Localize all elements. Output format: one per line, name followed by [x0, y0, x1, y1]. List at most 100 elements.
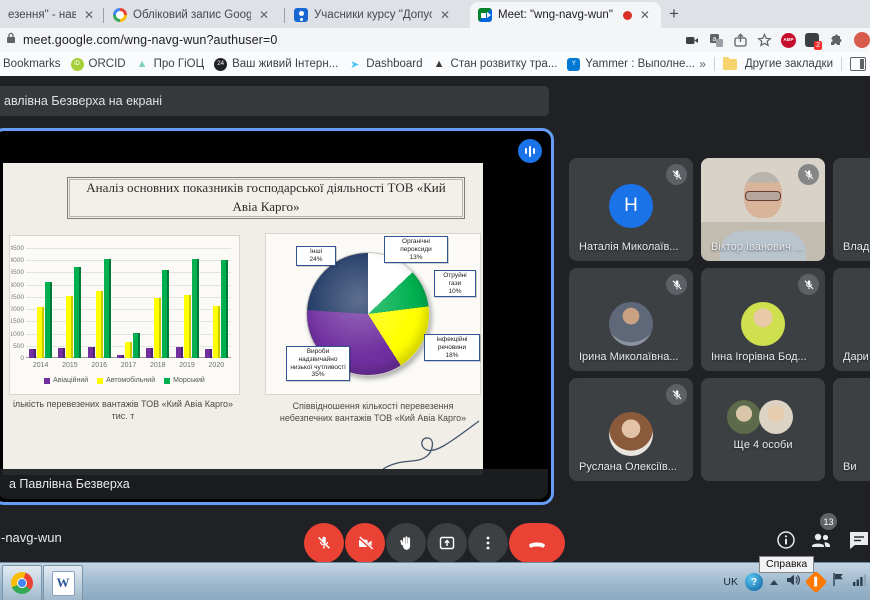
raise-hand-button[interactable] — [386, 523, 426, 562]
tab-1-close-icon[interactable]: ✕ — [84, 9, 94, 21]
tab-2-close-icon[interactable]: ✕ — [259, 9, 269, 21]
tab-3[interactable]: Учасники курсу "Допуск до зах ✕ — [286, 2, 470, 28]
bar-Авіаційний-2014 — [29, 349, 36, 358]
tab-meet-active[interactable]: Meet: "wng-navg-wun" ✕ — [470, 2, 661, 28]
tab-3-label: Учасники курсу "Допуск до зах — [314, 9, 432, 21]
microphone-off-button[interactable] — [304, 523, 344, 562]
participant-tile-4[interactable]: Інна Ігорівна Бод... — [701, 268, 825, 371]
x-tick-label: 2019 — [179, 362, 195, 369]
browser-tabstrip: езення" - навча ✕ Обліковий запис Google… — [0, 0, 870, 28]
participant-tile-3[interactable]: Ірина Миколаївна... — [569, 268, 693, 371]
participant-tile-5[interactable]: Дари — [833, 268, 870, 371]
tab-1[interactable]: езення" - навча ✕ — [0, 2, 102, 28]
new-tab-button[interactable]: + — [669, 4, 679, 24]
participant-tile-1[interactable]: Віктор Іванович ... — [701, 158, 825, 261]
side-panel-icon[interactable] — [850, 57, 866, 71]
camera-off-button[interactable] — [345, 523, 385, 562]
classroom-favicon-icon — [294, 8, 308, 22]
bookmark-label: Dashboard — [366, 58, 422, 70]
other-bookmarks-label[interactable]: Другие закладки — [745, 58, 833, 70]
bar-Автомобільний-2019 — [184, 295, 191, 358]
extension-badge-count: 2 — [814, 41, 822, 50]
bookmark-item-0[interactable]: Bookmarks — [3, 58, 61, 70]
bookmark-item-4[interactable]: ➤ Dashboard — [348, 58, 422, 71]
recording-dot-icon — [623, 11, 632, 20]
language-indicator[interactable]: UK — [723, 576, 738, 588]
participant-tile-8[interactable]: Ви — [833, 378, 870, 481]
bar-group-2020 — [205, 248, 228, 358]
participant-tile-0[interactable]: ННаталія Миколаїв... — [569, 158, 693, 261]
triangle-icon: ▲ — [136, 58, 149, 71]
paper-plane-icon: ➤ — [348, 58, 361, 71]
bookmarks-overflow-chevron[interactable]: » — [699, 57, 706, 71]
profile-avatar-icon[interactable] — [854, 32, 870, 48]
x-tick-label: 2014 — [33, 362, 49, 369]
network-signal-icon[interactable] — [852, 572, 868, 592]
people-button[interactable] — [808, 527, 834, 553]
bookmark-item-6[interactable]: YYammer : Выполне... — [567, 58, 695, 71]
help-tray-icon[interactable]: ? — [745, 573, 763, 591]
info-button[interactable] — [773, 527, 799, 553]
taskbar-chrome-button[interactable] — [2, 565, 42, 600]
taskbar-word-button[interactable]: W — [43, 565, 83, 600]
participant-name: Віктор Іванович ... — [711, 241, 803, 253]
leave-call-button[interactable] — [509, 523, 565, 562]
divider — [714, 57, 715, 71]
google-favicon-icon — [113, 8, 127, 22]
bar-Морський-2014 — [45, 282, 52, 358]
translate-icon[interactable]: a — [709, 33, 724, 48]
browser-toolbar: meet.google.com/wng-navg-wun?authuser=0 … — [0, 28, 870, 53]
volume-icon[interactable] — [785, 572, 801, 593]
word-icon: W — [52, 571, 75, 596]
tab-2[interactable]: Обліковий запис Google ✕ — [105, 2, 283, 28]
tab-3-close-icon[interactable]: ✕ — [440, 9, 450, 21]
x-tick-label: 2017 — [121, 362, 137, 369]
bookmark-item-1[interactable]: iDORCID — [71, 58, 126, 71]
y-tick-label: 2500 — [11, 294, 24, 301]
adblock-extension-icon[interactable]: ABP — [781, 33, 796, 48]
y-tick-label: 500 — [11, 343, 24, 350]
bookmark-item-5[interactable]: ▲Стан розвитку тра... — [433, 58, 558, 71]
show-hidden-icons[interactable] — [770, 580, 778, 585]
x-tick-label: 2016 — [91, 362, 107, 369]
camera-access-icon[interactable] — [685, 33, 700, 48]
shared-screen-tile[interactable]: Аналіз основних показників господарської… — [0, 128, 554, 505]
participant-tile-6[interactable]: Руслана Олексіїв... — [569, 378, 693, 481]
bar-group-2014 — [29, 248, 52, 358]
extensions-puzzle-icon[interactable] — [828, 33, 843, 48]
orcid-icon: iD — [71, 58, 84, 71]
bookmarks-right: » Другие закладки — [699, 52, 870, 76]
divider — [841, 57, 842, 71]
chat-button[interactable] — [846, 527, 870, 553]
bar-Морський-2015 — [74, 267, 81, 358]
bar-Автомобільний-2016 — [96, 291, 103, 358]
participant-tile-7[interactable]: Ще 4 особи — [701, 378, 825, 481]
tab-1-label: езення" - навча — [8, 9, 76, 21]
yammer-icon: Y — [567, 58, 580, 71]
avast-icon[interactable] — [805, 571, 828, 594]
present-button[interactable] — [427, 523, 467, 562]
participant-name: Інна Ігорівна Бод... — [711, 351, 807, 363]
bookmark-item-3[interactable]: 24Ваш живий Інтерн... — [214, 58, 338, 71]
muted-mic-icon — [666, 164, 687, 185]
pie-callout-low-sensitivity: Вироби надзвичайно низької чутливості35% — [286, 346, 350, 381]
more-options-button[interactable] — [468, 523, 508, 562]
participant-name: Наталія Миколаїв... — [579, 241, 678, 253]
action-center-flag-icon[interactable] — [831, 572, 845, 592]
presenting-banner-text: авлівна Безверха на екрані — [4, 94, 162, 108]
share-icon[interactable] — [733, 33, 748, 48]
tab-meet-close-icon[interactable]: ✕ — [640, 9, 650, 21]
address-bar-url[interactable]: meet.google.com/wng-navg-wun?authuser=0 — [23, 33, 277, 47]
extension-badge-icon[interactable]: 2 — [805, 33, 819, 47]
bookmark-item-2[interactable]: ▲ Про ГіОЦ — [136, 58, 205, 71]
avatar — [727, 400, 761, 434]
y-tick-label: 4500 — [11, 245, 24, 252]
avatar — [609, 302, 653, 346]
bar-Морський-2018 — [162, 270, 169, 358]
bookmark-label: Про ГіОЦ — [154, 58, 205, 70]
x-tick-label: 2015 — [62, 362, 78, 369]
participant-tile-2[interactable]: Влад — [833, 158, 870, 261]
bookmark-star-icon[interactable] — [757, 33, 772, 48]
badge-24-icon: 24 — [214, 58, 227, 71]
padlock-icon[interactable] — [6, 31, 16, 49]
